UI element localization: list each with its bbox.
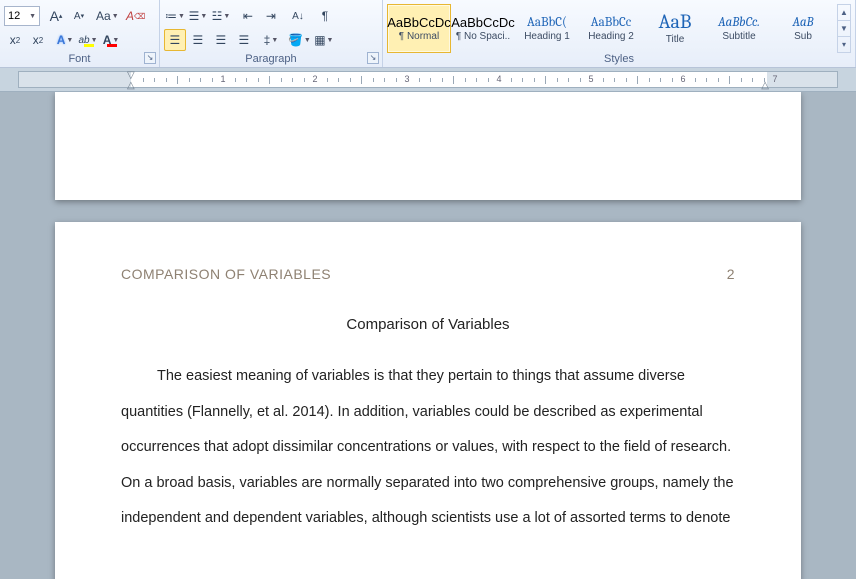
change-case-icon: Aa	[96, 9, 111, 23]
borders-icon: ▦	[314, 33, 325, 47]
style-preview: AaBbCc	[591, 16, 631, 29]
group-paragraph: ≔▼ ☰▼ ☳▼ ⇤ ⇥ A↓ ¶ ☰ ☰ ☰ ☰ ‡▼ 🪣▼ ▦▼	[160, 0, 383, 67]
grow-font-icon: A	[50, 8, 59, 24]
multilevel-icon: ☳	[212, 9, 223, 23]
pilcrow-icon: ¶	[322, 9, 328, 23]
line-spacing-button[interactable]: ‡▼	[260, 29, 282, 51]
ruler-number: 3	[404, 74, 409, 84]
style-preview: AaBbCcDc	[451, 16, 515, 29]
ribbon: 12 ▼ A▴ A▾ Aa▼ A⌫ x2 x2 A▼ ab▼ A▼ Font	[0, 0, 856, 68]
clear-formatting-button[interactable]: A⌫	[125, 5, 147, 27]
gallery-more[interactable]: ▾	[838, 36, 850, 52]
justify-icon: ☰	[239, 33, 250, 47]
style-item-sub[interactable]: AaB Sub	[771, 4, 835, 53]
document-body-paragraph: The easiest meaning of variables is that…	[121, 359, 735, 537]
style-preview: AaB	[792, 16, 813, 29]
styles-gallery-nav: ▲▼▾	[837, 4, 851, 53]
line-spacing-icon: ‡	[264, 33, 271, 47]
align-left-icon: ☰	[170, 33, 181, 47]
superscript-button[interactable]: x2	[27, 29, 49, 51]
previous-page-bottom[interactable]	[55, 92, 801, 200]
document-title: Comparison of Variables	[121, 316, 735, 333]
group-label-font: Font	[4, 53, 155, 67]
decrease-indent-button[interactable]: ⇤	[237, 5, 259, 27]
ruler-number: 7	[772, 74, 777, 84]
style-item-subtitle[interactable]: AaBbCc. Subtitle	[707, 4, 771, 53]
ruler-number: 2	[312, 74, 317, 84]
bullets-button[interactable]: ≔▼	[164, 5, 186, 27]
indent-icon: ⇥	[266, 9, 276, 23]
style-item-title[interactable]: AaB Title	[643, 4, 707, 53]
align-right-button[interactable]: ☰	[210, 29, 232, 51]
right-indent-marker[interactable]: △	[761, 80, 769, 91]
font-size-value: 12	[8, 10, 20, 22]
document-area: COMPARISON OF VARIABLES 2 Comparison of …	[0, 92, 856, 579]
style-name-label: ¶ Normal	[399, 31, 439, 42]
shrink-font-button[interactable]: A▾	[68, 5, 90, 27]
group-label-styles: Styles	[387, 53, 851, 67]
sort-icon: A↓	[292, 11, 304, 22]
borders-button[interactable]: ▦▼	[313, 29, 335, 51]
ruler-number: 5	[588, 74, 593, 84]
style-item--no-spaci-[interactable]: AaBbCcDc ¶ No Spaci..	[451, 4, 515, 53]
show-marks-button[interactable]: ¶	[314, 5, 336, 27]
style-item-heading-1[interactable]: AaBbC( Heading 1	[515, 4, 579, 53]
sort-button[interactable]: A↓	[287, 5, 309, 27]
style-name-label: Title	[666, 34, 685, 45]
font-color-button[interactable]: A▼	[100, 29, 122, 51]
style-item--normal[interactable]: AaBbCcDc ¶ Normal	[387, 4, 451, 53]
text-effects-button[interactable]: A▼	[54, 29, 76, 51]
style-preview: AaBbC(	[527, 16, 567, 29]
paint-bucket-icon: 🪣	[288, 33, 303, 47]
style-name-label: Sub	[794, 31, 812, 42]
shading-button[interactable]: 🪣▼	[287, 29, 312, 51]
dropdown-icon: ▼	[28, 13, 36, 20]
highlight-color-button[interactable]: ab▼	[77, 29, 99, 51]
hanging-indent-marker[interactable]: △	[127, 80, 135, 91]
outdent-icon: ⇤	[243, 9, 253, 23]
numbering-icon: ☰	[189, 9, 200, 23]
style-preview: AaB	[659, 12, 692, 32]
style-name-label: Heading 2	[588, 31, 634, 42]
change-case-button[interactable]: Aa▼	[95, 5, 120, 27]
page-header: COMPARISON OF VARIABLES 2	[121, 266, 735, 282]
align-right-icon: ☰	[216, 33, 227, 47]
header-page-number: 2	[727, 266, 735, 282]
document-page[interactable]: COMPARISON OF VARIABLES 2 Comparison of …	[55, 222, 801, 579]
ruler-number: 4	[496, 74, 501, 84]
group-styles: AaBbCcDc¶ NormalAaBbCcDc¶ No Spaci..AaBb…	[383, 0, 856, 67]
style-name-label: Subtitle	[722, 31, 755, 42]
grow-font-button[interactable]: A▴	[45, 5, 67, 27]
text-effects-icon: A	[57, 33, 66, 47]
font-dialog-launcher[interactable]: ↘	[144, 52, 156, 64]
gallery-up[interactable]: ▲	[838, 5, 850, 20]
style-preview: AaBbCcDc	[387, 16, 451, 29]
ruler-number: 6	[680, 74, 685, 84]
ruler-number: 1	[220, 74, 225, 84]
bullets-icon: ≔	[165, 9, 177, 23]
header-left: COMPARISON OF VARIABLES	[121, 266, 331, 282]
subscript-button[interactable]: x2	[4, 29, 26, 51]
align-left-button[interactable]: ☰	[164, 29, 186, 51]
gallery-down[interactable]: ▼	[838, 20, 850, 36]
horizontal-ruler[interactable]: ▽ △ △ 1234567	[18, 71, 838, 88]
eraser-icon: A	[126, 9, 134, 23]
styles-gallery: AaBbCcDc¶ NormalAaBbCcDc¶ No Spaci..AaBb…	[387, 4, 851, 53]
align-center-icon: ☰	[193, 33, 204, 47]
ruler-area: ▽ △ △ 1234567	[0, 68, 856, 92]
numbering-button[interactable]: ☰▼	[187, 5, 209, 27]
style-item-heading-2[interactable]: AaBbCc Heading 2	[579, 4, 643, 53]
multilevel-list-button[interactable]: ☳▼	[210, 5, 232, 27]
group-font: 12 ▼ A▴ A▾ Aa▼ A⌫ x2 x2 A▼ ab▼ A▼ Font	[0, 0, 160, 67]
font-size-selector[interactable]: 12 ▼	[4, 6, 40, 26]
increase-indent-button[interactable]: ⇥	[260, 5, 282, 27]
shrink-font-icon: A	[74, 11, 81, 22]
align-center-button[interactable]: ☰	[187, 29, 209, 51]
group-label-paragraph: Paragraph	[164, 53, 378, 67]
style-name-label: ¶ No Spaci..	[456, 31, 510, 42]
justify-button[interactable]: ☰	[233, 29, 255, 51]
style-preview: AaBbCc.	[718, 16, 760, 29]
paragraph-dialog-launcher[interactable]: ↘	[367, 52, 379, 64]
style-name-label: Heading 1	[524, 31, 570, 42]
